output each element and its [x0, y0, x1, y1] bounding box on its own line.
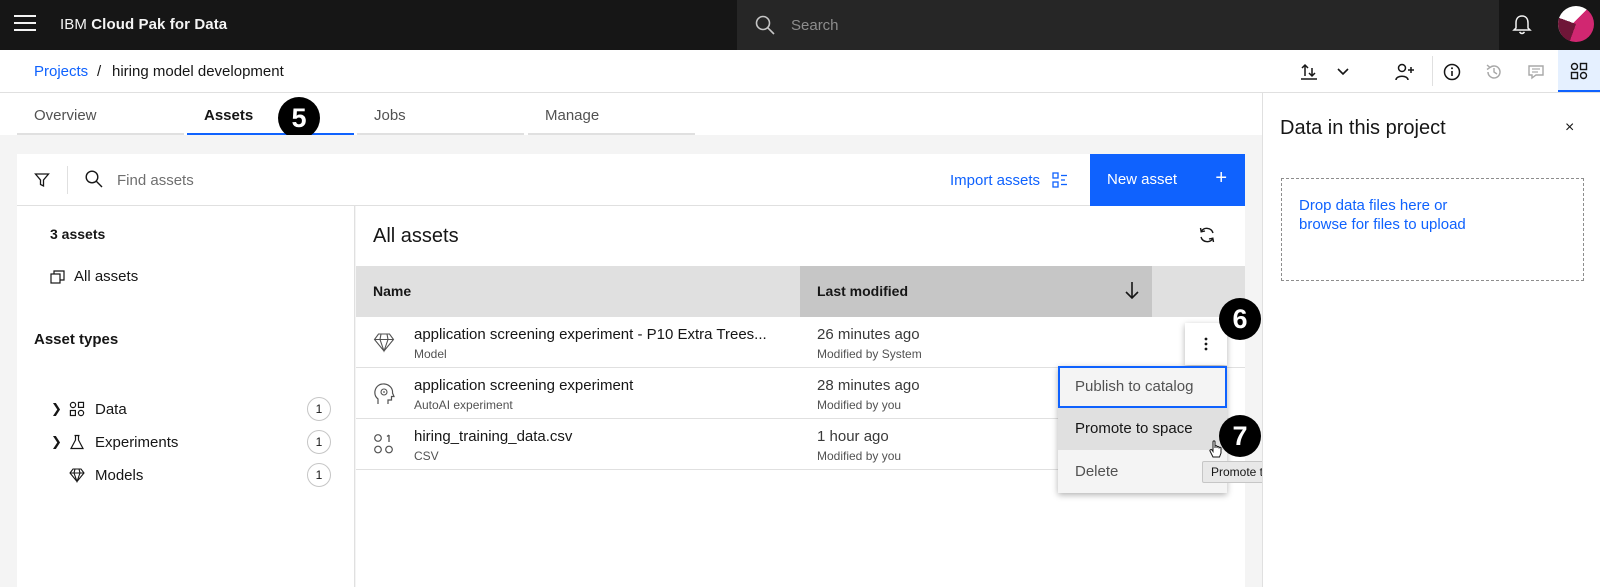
chevron-down-icon[interactable]: [1332, 61, 1354, 83]
breadcrumb-separator: /: [97, 63, 102, 80]
filter-icon: [34, 173, 50, 188]
data-icon: [1570, 62, 1588, 80]
row-overflow-menu-button[interactable]: [1185, 323, 1227, 365]
type-label: Experiments: [95, 433, 179, 451]
import-assets-button[interactable]: Import assets: [950, 154, 1068, 206]
global-search-input[interactable]: [791, 0, 1481, 50]
asset-toolbar: Import assets New asset +: [17, 154, 1245, 206]
product-brand[interactable]: IBM Cloud Pak for Data: [60, 16, 227, 33]
plus-icon: +: [1215, 167, 1227, 189]
data-icon: [374, 434, 393, 454]
file-drop-zone[interactable]: Drop data files here or browse for files…: [1281, 178, 1584, 281]
search-icon: [755, 15, 775, 35]
import-icon: [1052, 172, 1068, 188]
sidebar-item-data[interactable]: ❯ Data 1: [51, 395, 331, 423]
page-title: All assets: [373, 225, 459, 247]
drop-zone-line-1[interactable]: Drop data files here or: [1299, 197, 1447, 214]
breadcrumb-bar: Projects / hiring model development: [0, 50, 1600, 93]
modified-time: 26 minutes ago: [817, 326, 920, 343]
column-header-last-modified[interactable]: Last modified: [800, 266, 1152, 317]
tab-assets[interactable]: Assets: [187, 93, 354, 135]
find-assets-input[interactable]: [117, 154, 817, 206]
column-header-name[interactable]: Name: [373, 283, 411, 299]
toolbar-separator: [67, 166, 68, 194]
asset-type: AutoAI experiment: [414, 398, 513, 412]
search-icon: [85, 170, 103, 188]
refresh-icon[interactable]: [1198, 226, 1216, 244]
diamond-icon: [69, 467, 95, 483]
import-assets-label: Import assets: [950, 171, 1041, 189]
sidebar-item-models[interactable]: Models 1: [51, 461, 331, 489]
top-header: IBM Cloud Pak for Data: [0, 0, 1600, 50]
data-panel-toggle[interactable]: [1558, 50, 1600, 92]
type-label: Data: [95, 400, 127, 418]
step-marker-5: 5: [278, 97, 320, 139]
step-marker-7: 7: [1219, 415, 1261, 457]
data-side-panel: Data in this project × Drop data files h…: [1262, 93, 1600, 587]
table-header: Name Last modified: [356, 266, 1245, 317]
asset-type: Model: [414, 347, 447, 361]
user-avatar[interactable]: [1558, 6, 1594, 42]
close-icon[interactable]: ×: [1565, 119, 1574, 137]
upload-download-icon[interactable]: [1298, 61, 1320, 83]
menu-item-publish-to-catalog[interactable]: Publish to catalog: [1058, 366, 1227, 408]
diamond-icon: [373, 333, 395, 353]
side-panel-title: Data in this project: [1280, 117, 1446, 139]
type-label: Models: [95, 466, 144, 484]
asset-type: CSV: [414, 449, 439, 463]
comments-icon[interactable]: [1525, 61, 1547, 83]
modified-by: Modified by System: [817, 347, 922, 361]
modified-time: 28 minutes ago: [817, 377, 920, 394]
breadcrumb-projects-link[interactable]: Projects: [34, 63, 88, 80]
chevron-right-icon[interactable]: ❯: [51, 401, 69, 417]
modified-by: Modified by you: [817, 398, 902, 412]
drop-zone-line-2[interactable]: browse for files to upload: [1299, 216, 1466, 233]
modified-time: 1 hour ago: [817, 428, 889, 445]
tab-manage[interactable]: Manage: [528, 93, 695, 135]
sort-descending-arrow-icon: [1125, 282, 1139, 300]
asset-name-link[interactable]: application screening experiment: [414, 377, 633, 394]
column-label: Last modified: [817, 283, 909, 299]
toolbar-divider: [1432, 56, 1433, 86]
filter-button[interactable]: [17, 154, 67, 206]
asset-types-heading: Asset types: [34, 331, 119, 348]
asset-sidebar: 3 assets All assets Asset types ❯ Data 1…: [17, 206, 355, 587]
data-icon: [69, 401, 95, 417]
step-marker-6: 6: [1219, 298, 1261, 340]
asset-name-link[interactable]: hiring_training_data.csv: [414, 428, 572, 445]
new-asset-button[interactable]: New asset +: [1090, 154, 1245, 206]
brand-product: Cloud Pak for Data: [91, 16, 228, 33]
brand-prefix: IBM: [60, 16, 87, 33]
flask-icon: [69, 434, 95, 450]
sidebar-item-all-assets[interactable]: All assets: [50, 268, 138, 285]
copy-stack-icon: [50, 269, 65, 284]
sidebar-item-experiments[interactable]: ❯ Experiments 1: [51, 428, 331, 456]
chevron-right-icon[interactable]: ❯: [51, 434, 69, 450]
add-collaborator-icon[interactable]: [1394, 61, 1416, 83]
asset-name-link[interactable]: application screening experiment - P10 E…: [414, 326, 767, 343]
global-search: [737, 0, 1499, 50]
modified-by: Modified by you: [817, 449, 902, 463]
information-icon[interactable]: [1441, 61, 1463, 83]
overflow-menu-vertical-icon: [1204, 337, 1208, 351]
breadcrumb-current-project: hiring model development: [112, 63, 284, 80]
hamburger-menu-icon[interactable]: [14, 15, 36, 35]
tab-jobs[interactable]: Jobs: [357, 93, 524, 135]
autoai-head-icon: [374, 383, 395, 404]
type-count-badge: 1: [307, 463, 331, 487]
history-icon[interactable]: [1483, 61, 1505, 83]
project-tabs: Overview Assets Jobs Manage: [17, 93, 1262, 135]
new-asset-label: New asset: [1107, 171, 1178, 188]
type-count-badge: 1: [307, 397, 331, 421]
menu-item-promote-to-space[interactable]: Promote to space: [1058, 408, 1227, 450]
hand-pointer-cursor-icon: [1209, 440, 1222, 458]
asset-count: 3 assets: [50, 226, 106, 242]
all-assets-label: All assets: [74, 268, 139, 285]
table-row[interactable]: application screening experiment - P10 E…: [356, 317, 1245, 368]
tab-overview[interactable]: Overview: [17, 93, 184, 135]
type-count-badge: 1: [307, 430, 331, 454]
notification-bell-icon[interactable]: [1512, 14, 1532, 36]
